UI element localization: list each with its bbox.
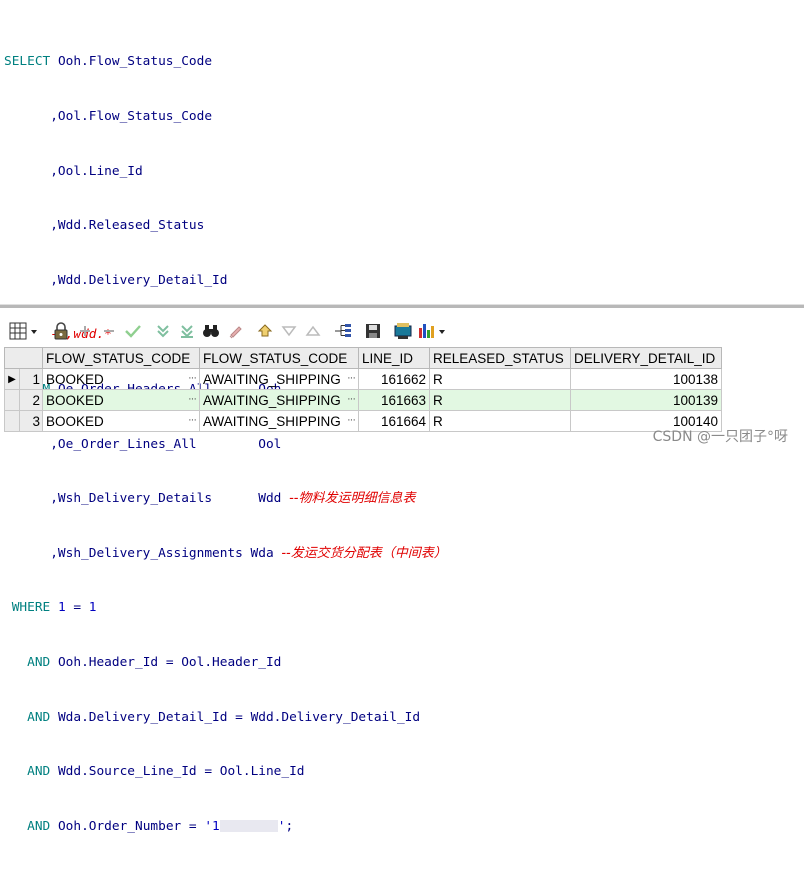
add-record-icon[interactable] xyxy=(74,320,96,342)
sql-comment: --物料发运明细信息表 xyxy=(289,491,416,507)
explain-plan-icon[interactable] xyxy=(332,320,354,342)
table-row[interactable]: ▶ 1 BOOKED ··· AWAITING_SHIPPING ··· 16166… xyxy=(4,368,722,390)
row-number[interactable]: 3 xyxy=(19,410,43,432)
result-grid[interactable]: FLOW_STATUS_CODE FLOW_STATUS_CODE LINE_I… xyxy=(4,347,722,432)
grid-cell[interactable]: AWAITING_SHIPPING ··· xyxy=(199,410,359,432)
find-binoculars-icon[interactable] xyxy=(200,320,222,342)
column-header[interactable]: FLOW_STATUS_CODE xyxy=(199,347,359,369)
clear-filter-icon[interactable] xyxy=(176,320,198,342)
grid-cell[interactable]: BOOKED ··· xyxy=(42,389,200,411)
keyword-select: SELECT xyxy=(4,54,51,70)
code-line: ,Ool.Flow_Status_Code xyxy=(4,109,213,124)
table-row[interactable]: 2 BOOKED ··· AWAITING_SHIPPING ··· 161663 … xyxy=(4,389,722,411)
code-line: SELECT Ooh.Flow_Status_Code xyxy=(4,54,213,70)
code-line: ,Oe_Order_Lines_All Ool xyxy=(4,436,282,452)
query-filter-icon[interactable] xyxy=(152,320,174,342)
cell-editor-button[interactable]: ··· xyxy=(188,393,197,405)
export-icon[interactable] xyxy=(392,320,414,342)
clear-icon[interactable] xyxy=(224,320,246,342)
keyword-and: AND xyxy=(27,764,51,780)
fetch-next-icon[interactable] xyxy=(278,320,300,342)
grid-cell[interactable]: 161662 xyxy=(358,368,430,390)
grid-cell[interactable]: 161663 xyxy=(358,389,430,411)
keyword-and: AND xyxy=(27,654,51,670)
code-line: AND Ooh.Order_Number = '1 '; xyxy=(27,818,294,834)
grid-menu-icon[interactable] xyxy=(8,320,42,342)
sql-comment: --发运交货分配表（中间表） xyxy=(281,545,447,561)
cell-editor-button[interactable]: ··· xyxy=(188,414,197,426)
row-number[interactable]: 1 xyxy=(19,368,43,390)
grid-cell[interactable]: R xyxy=(429,389,571,411)
grid-cell[interactable]: BOOKED ··· xyxy=(42,368,200,390)
code-line: AND Wda.Delivery_Detail_Id = Wdd.Deliver… xyxy=(27,709,421,725)
grid-cell[interactable]: 100138 xyxy=(570,368,722,390)
column-header[interactable]: RELEASED_STATUS xyxy=(429,347,571,369)
splitter[interactable] xyxy=(0,304,804,308)
delete-record-icon[interactable] xyxy=(98,320,120,342)
watermark: CSDN @一只团子°呀 xyxy=(652,429,788,445)
lock-icon[interactable] xyxy=(50,320,72,342)
code-line: ,Wdd.Delivery_Detail_Id xyxy=(4,272,228,288)
grid-corner[interactable] xyxy=(4,347,43,369)
post-changes-icon[interactable] xyxy=(122,320,144,342)
column-header[interactable]: DELIVERY_DETAIL_ID xyxy=(570,347,722,369)
grid-cell[interactable]: R xyxy=(429,368,571,390)
cell-editor-button[interactable]: ··· xyxy=(188,372,197,384)
sql-code: SELECT Ooh.Flow_Status_Code ,Ool.Flow_St… xyxy=(4,17,447,872)
code-line: ,Wsh_Delivery_Details Wdd --物料发运明细信息表 xyxy=(4,491,416,507)
grid-header-row: FLOW_STATUS_CODE FLOW_STATUS_CODE LINE_I… xyxy=(4,347,722,369)
keyword-where: WHERE xyxy=(4,600,51,616)
grid-cell[interactable]: AWAITING_SHIPPING ··· xyxy=(199,389,359,411)
fetch-all-icon[interactable] xyxy=(254,320,276,342)
result-toolbar xyxy=(0,313,804,349)
cell-editor-button[interactable]: ··· xyxy=(347,372,356,384)
column-header[interactable]: FLOW_STATUS_CODE xyxy=(42,347,200,369)
grid-cell[interactable]: R xyxy=(429,410,571,432)
cell-editor-button[interactable]: ··· xyxy=(347,393,356,405)
save-icon[interactable] xyxy=(362,320,384,342)
column-header[interactable]: LINE_ID xyxy=(358,347,430,369)
table-row[interactable]: 3 BOOKED ··· AWAITING_SHIPPING ··· 161664 … xyxy=(4,410,722,432)
code-line: ,Wdd.Released_Status xyxy=(4,218,205,234)
chart-icon[interactable] xyxy=(416,320,450,342)
code-line: AND Ooh.Header_Id = Ool.Header_Id xyxy=(27,654,282,670)
redacted-value xyxy=(219,820,278,833)
grid-cell[interactable]: AWAITING_SHIPPING ··· xyxy=(199,368,359,390)
row-number[interactable]: 2 xyxy=(19,389,43,411)
current-row-indicator: ▶ xyxy=(4,368,20,390)
sql-editor[interactable]: SELECT Ooh.Flow_Status_Code ,Ool.Flow_St… xyxy=(0,0,804,834)
keyword-and: AND xyxy=(27,709,51,725)
code-line: ,Wsh_Delivery_Assignments Wda --发运交货分配表（… xyxy=(4,545,447,561)
code-line: ,Ool.Line_Id xyxy=(4,163,143,179)
code-line: WHERE 1 = 1 xyxy=(4,600,97,616)
grid-cell[interactable]: 100139 xyxy=(570,389,722,411)
grid-cell[interactable]: 161664 xyxy=(358,410,430,432)
cell-editor-button[interactable]: ··· xyxy=(347,414,356,426)
grid-cell[interactable]: BOOKED ··· xyxy=(42,410,200,432)
keyword-and: AND xyxy=(27,818,51,834)
code-line: AND Wdd.Source_Line_Id = Ool.Line_Id xyxy=(27,764,305,780)
fetch-last-icon[interactable] xyxy=(302,320,324,342)
